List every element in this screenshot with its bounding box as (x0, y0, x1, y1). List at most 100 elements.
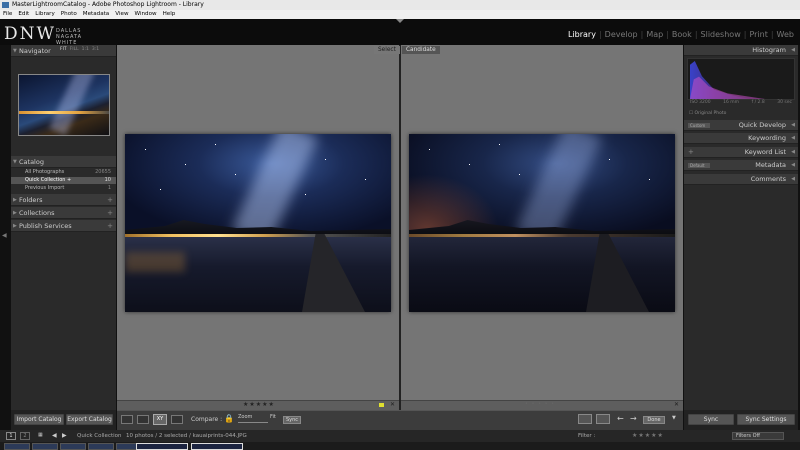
filmstrip-thumb[interactable] (4, 443, 30, 450)
menu-bar: File Edit Library Photo Metadata View Wi… (0, 10, 800, 19)
loupe-view-icon[interactable] (137, 415, 149, 424)
make-select-icon[interactable] (596, 414, 610, 424)
swap-icon[interactable] (578, 414, 592, 424)
menu-view[interactable]: View (115, 10, 128, 19)
saved-preset-select[interactable]: Custom (688, 123, 710, 128)
filmstrip-thumb-selected[interactable] (191, 443, 243, 450)
lock-icon[interactable]: 🔒 (224, 414, 234, 423)
select-color-label[interactable] (379, 403, 384, 407)
module-develop[interactable]: Develop (605, 30, 638, 39)
collapsed-triangle-icon: ◀ (791, 149, 795, 155)
collapse-left-panel-icon[interactable]: ◀ (2, 232, 7, 239)
compare-label: Compare : (191, 416, 223, 423)
filmstrip-thumb-selected[interactable] (136, 443, 188, 450)
select-rating-stars[interactable]: ★★★★★ (243, 401, 275, 408)
zoom-slider[interactable] (238, 422, 268, 423)
app-icon (2, 2, 9, 8)
lightroom-window: MasterLightroomCatalog - Adobe Photoshop… (0, 0, 800, 450)
filters-off-select[interactable]: Filters Off (732, 432, 784, 440)
close-candidate-icon[interactable]: ✕ (674, 401, 679, 408)
filmstrip-thumb[interactable] (88, 443, 114, 450)
collapse-top-panel-icon[interactable] (396, 19, 404, 23)
export-catalog-button[interactable]: Export Catalog (66, 414, 113, 425)
filmstrip-thumb[interactable] (32, 443, 58, 450)
compare-view-icon[interactable]: XY (153, 414, 167, 425)
comments-header[interactable]: Comments ◀ (684, 174, 798, 185)
keyword-list-header[interactable]: + Keyword List ◀ (684, 147, 798, 158)
sync-zoom-button[interactable]: Sync (283, 416, 301, 424)
sync-settings-button[interactable]: Sync Settings (737, 414, 795, 425)
toolbar-options-icon[interactable]: ▼ (672, 415, 676, 421)
catalog-header[interactable]: ▼ Catalog (11, 156, 116, 168)
quick-develop-header[interactable]: Custom Quick Develop ◀ (684, 120, 798, 131)
expanded-triangle-icon: ▼ (13, 48, 17, 54)
add-publish-service-icon[interactable]: + (107, 220, 113, 232)
expanded-triangle-icon: ▼ (13, 159, 17, 165)
window-title: MasterLightroomCatalog - Adobe Photoshop… (12, 1, 204, 8)
prev-arrow-icon[interactable]: ← (617, 414, 624, 423)
collapsed-triangle-icon: ◀ (791, 135, 795, 141)
collapsed-triangle-icon: ◀ (791, 176, 795, 182)
add-folder-icon[interactable]: + (107, 194, 113, 206)
module-library[interactable]: Library (568, 30, 596, 39)
done-button[interactable]: Done (643, 416, 665, 424)
close-select-icon[interactable]: ✕ (390, 401, 395, 408)
survey-view-icon[interactable] (171, 415, 183, 424)
filter-stars[interactable]: ★★★★★ (632, 432, 664, 439)
module-book[interactable]: Book (672, 30, 692, 39)
exif-shutter: 30 sec (777, 100, 792, 105)
navigator-preview[interactable] (18, 74, 110, 136)
collapsed-triangle-icon: ▶ (13, 210, 17, 216)
module-web[interactable]: Web (777, 30, 794, 39)
page-2-button[interactable]: 2 (20, 432, 30, 440)
folders-header[interactable]: ▶ Folders + (11, 194, 116, 206)
nav-fill[interactable]: FILL (70, 47, 79, 52)
metadata-header[interactable]: Default Metadata ◀ (684, 160, 798, 171)
title-bar: MasterLightroomCatalog - Adobe Photoshop… (0, 0, 800, 10)
page-1-button[interactable]: 1 (6, 432, 16, 440)
filmstrip-source[interactable]: Quick Collection (77, 433, 122, 439)
publish-services-header[interactable]: ▶ Publish Services + (11, 220, 116, 232)
filmstrip-info[interactable]: 10 photos / 2 selected / kauaiprints-044… (126, 433, 247, 439)
menu-file[interactable]: File (3, 10, 12, 19)
sync-button[interactable]: Sync (688, 414, 734, 425)
add-collection-icon[interactable]: + (107, 207, 113, 219)
module-map[interactable]: Map (646, 30, 663, 39)
module-print[interactable]: Print (749, 30, 767, 39)
fit-label: Fit (270, 414, 276, 420)
candidate-photo[interactable] (409, 134, 675, 312)
module-slideshow[interactable]: Slideshow (701, 30, 741, 39)
nav-3-1[interactable]: 3:1 (92, 47, 99, 52)
expanded-triangle-icon: ◀ (791, 47, 795, 53)
next-arrow-icon[interactable]: → (630, 414, 637, 423)
metadata-preset-select[interactable]: Default (688, 163, 710, 168)
menu-library[interactable]: Library (35, 10, 55, 19)
menu-window[interactable]: Window (135, 10, 157, 19)
menu-metadata[interactable]: Metadata (83, 10, 110, 19)
catalog-row-previous-import[interactable]: Previous Import 1 (11, 185, 116, 192)
filmstrip-thumb[interactable] (60, 443, 86, 450)
candidate-rating-dots[interactable]: • • • • • (525, 401, 555, 407)
menu-help[interactable]: Help (163, 10, 176, 19)
select-photo[interactable] (125, 134, 391, 312)
select-label: Select (374, 46, 400, 54)
keywording-header[interactable]: Keywording ◀ (684, 133, 798, 144)
nav-1-1[interactable]: 1:1 (82, 47, 89, 52)
menu-photo[interactable]: Photo (61, 10, 77, 19)
catalog-row-all-photographs[interactable]: All Photographs 20655 (11, 169, 116, 176)
collapsed-triangle-icon: ▶ (13, 223, 17, 229)
back-arrow-icon[interactable]: ◀ (52, 432, 57, 439)
nav-fit[interactable]: FIT (60, 47, 67, 52)
grid-view-icon[interactable] (121, 415, 133, 424)
menu-edit[interactable]: Edit (18, 10, 29, 19)
collapsed-triangle-icon: ◀ (791, 162, 795, 168)
grid-icon[interactable]: ▦ (38, 432, 43, 438)
collections-header[interactable]: ▶ Collections + (11, 207, 116, 219)
histogram-graph[interactable] (687, 58, 795, 100)
catalog-row-quick-collection[interactable]: Quick Collection + 10 (11, 177, 116, 184)
navigator-zoom-options: FIT FILL 1:1 3:1 (60, 47, 99, 52)
forward-arrow-icon[interactable]: ▶ (62, 432, 67, 439)
add-keyword-icon[interactable]: + (688, 147, 694, 158)
import-catalog-button[interactable]: Import Catalog (14, 414, 64, 425)
histogram-header[interactable]: Histogram ◀ (684, 45, 798, 56)
